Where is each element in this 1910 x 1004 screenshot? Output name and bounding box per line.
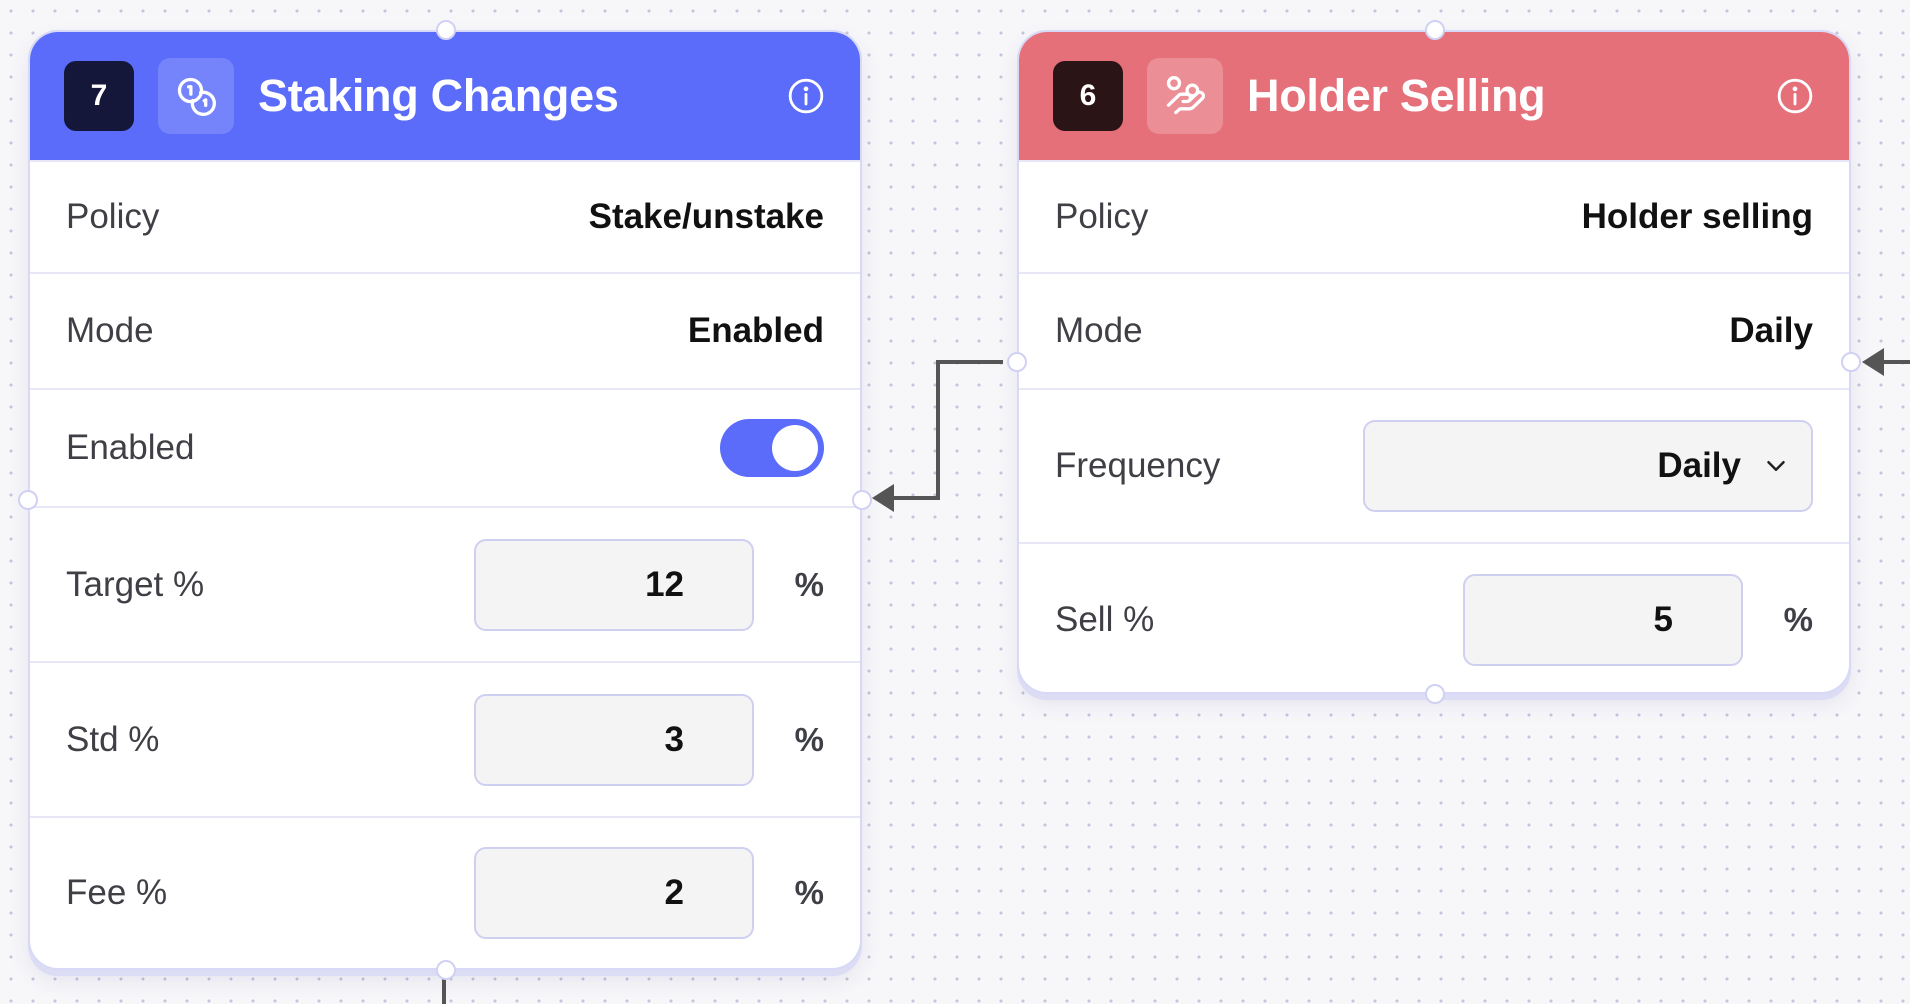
bottom-handle[interactable] [1425, 684, 1445, 704]
top-handle[interactable] [436, 20, 456, 40]
info-icon[interactable] [1775, 76, 1815, 116]
node-title: Staking Changes [258, 70, 619, 121]
left-handle[interactable] [18, 490, 38, 510]
toggle-knob [772, 425, 818, 471]
enabled-toggle[interactable] [720, 419, 824, 477]
wire-holder-to-staking [890, 360, 1003, 500]
target-label: Target % [66, 564, 205, 604]
policy-row: Policy Holder selling [1019, 160, 1849, 272]
chevron-down-icon [1767, 461, 1785, 471]
coins-icon [158, 58, 234, 134]
percent-unit: % [1783, 601, 1813, 638]
percent-unit: % [794, 874, 824, 911]
sell-row: Sell % 5 % [1019, 542, 1849, 696]
frequency-selected-value: Daily [1657, 446, 1741, 485]
mode-label: Mode [66, 311, 154, 350]
right-handle[interactable] [852, 490, 872, 510]
node-number-badge: 6 [1053, 61, 1123, 131]
staking-changes-node[interactable]: 7 Staking Changes Policy Stake/unstake M… [18, 20, 872, 980]
target-row: Target % 12 % [30, 506, 860, 661]
fee-label: Fee % [66, 873, 168, 912]
std-label: Std % [66, 719, 160, 759]
bottom-handle[interactable] [436, 960, 456, 980]
wire-arrowhead [1862, 348, 1884, 376]
policy-value: Stake/unstake [588, 197, 824, 236]
mode-value: Daily [1729, 311, 1813, 350]
fee-row: Fee % 2 % [30, 816, 860, 968]
node-header[interactable]: 6 Holder Selling [1019, 32, 1849, 160]
enabled-row: Enabled [30, 388, 860, 506]
policy-label: Policy [1055, 197, 1149, 236]
policy-value: Holder selling [1581, 197, 1813, 236]
hand-coins-icon [1147, 58, 1223, 134]
node-title: Holder Selling [1247, 70, 1546, 121]
mode-value: Enabled [687, 311, 824, 350]
fee-input[interactable]: 2 [474, 847, 754, 939]
frequency-select[interactable]: Daily [1363, 420, 1813, 512]
enabled-label: Enabled [66, 428, 195, 467]
sell-label: Sell % [1055, 600, 1155, 639]
std-input[interactable]: 3 [474, 693, 754, 786]
frequency-row: Frequency Daily [1019, 388, 1849, 542]
info-icon[interactable] [786, 76, 826, 116]
mode-row: Mode Daily [1019, 272, 1849, 388]
node-header[interactable]: 7 Staking Changes [30, 32, 860, 160]
left-handle[interactable] [1007, 352, 1027, 372]
top-handle[interactable] [1425, 20, 1445, 40]
target-input[interactable]: 12 [474, 538, 754, 631]
percent-unit: % [794, 565, 824, 603]
holder-selling-node[interactable]: 6 Holder Selling Policy Holder selling M… [1007, 20, 1861, 704]
frequency-label: Frequency [1055, 446, 1221, 485]
right-handle[interactable] [1841, 352, 1861, 372]
percent-unit: % [794, 720, 824, 758]
std-row: Std % 3 % [30, 661, 860, 816]
policy-label: Policy [66, 197, 160, 236]
mode-row: Mode Enabled [30, 272, 860, 388]
policy-row: Policy Stake/unstake [30, 160, 860, 272]
wire-arrowhead [872, 484, 894, 512]
node-number-badge: 7 [64, 61, 134, 131]
sell-input[interactable]: 5 [1463, 574, 1743, 666]
mode-label: Mode [1055, 311, 1143, 350]
